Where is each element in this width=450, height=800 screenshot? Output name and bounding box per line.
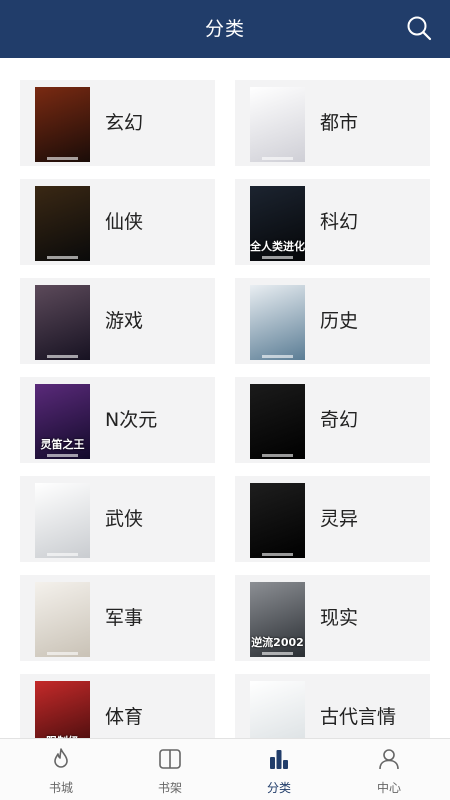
category-label: 历史 bbox=[320, 310, 359, 332]
cover-decoration bbox=[262, 652, 293, 655]
bookshelf-icon bbox=[159, 749, 181, 769]
category-card[interactable]: 历史 bbox=[235, 278, 430, 364]
cover-decoration bbox=[262, 157, 293, 160]
category-card[interactable]: 玄幻 bbox=[20, 80, 215, 166]
book-cover-image: 逆流2002 bbox=[250, 582, 305, 657]
cover-title: 全人类进化 bbox=[250, 240, 305, 253]
category-label: 灵异 bbox=[320, 508, 359, 530]
category-label: 玄幻 bbox=[105, 112, 144, 134]
category-card[interactable]: 军事 bbox=[20, 575, 215, 661]
book-cover-image bbox=[35, 582, 90, 657]
category-label: 军事 bbox=[105, 607, 144, 629]
search-icon[interactable] bbox=[406, 15, 432, 41]
category-card[interactable]: 灵异 bbox=[235, 476, 430, 562]
cover-decoration bbox=[47, 355, 78, 358]
book-cover-image bbox=[35, 87, 90, 162]
category-card[interactable]: 逆流2002 现实 bbox=[235, 575, 430, 661]
category-card[interactable]: 游戏 bbox=[20, 278, 215, 364]
cover-decoration bbox=[47, 553, 78, 556]
book-cover-image bbox=[250, 681, 305, 738]
category-card[interactable]: 奇幻 bbox=[235, 377, 430, 463]
cover-decoration bbox=[262, 355, 293, 358]
category-label: 仙侠 bbox=[105, 211, 144, 233]
tab-label: 书架 bbox=[157, 781, 182, 795]
tab-bookshelf[interactable]: 书架 bbox=[114, 739, 226, 800]
book-cover-image: 全人类进化 bbox=[250, 186, 305, 261]
category-card[interactable]: 仙侠 bbox=[20, 179, 215, 265]
category-card[interactable]: 都市 bbox=[235, 80, 430, 166]
tab-label: 书城 bbox=[48, 781, 73, 795]
cover-title: 灵笛之王 bbox=[40, 438, 85, 451]
category-label: 武侠 bbox=[105, 508, 144, 530]
tab-profile[interactable]: 中心 bbox=[333, 739, 445, 800]
cover-decoration bbox=[47, 157, 78, 160]
category-label: 奇幻 bbox=[320, 409, 359, 431]
category-card[interactable]: 灵笛之王 N次元 bbox=[20, 377, 215, 463]
category-card[interactable]: 武侠 bbox=[20, 476, 215, 562]
category-label: 现实 bbox=[320, 607, 359, 629]
category-label: N次元 bbox=[105, 409, 158, 431]
category-grid: 玄幻 都市 仙侠 全人类进化 科幻 游戏 历史 灵笛之王 N次元 奇幻 武侠 灵异 军事 逆流2002 现实… bbox=[0, 58, 450, 738]
tab-label: 分类 bbox=[266, 781, 291, 795]
cover-title: 逆流2002 bbox=[251, 636, 304, 649]
book-cover-image bbox=[35, 483, 90, 558]
flame-icon bbox=[54, 748, 68, 768]
cover-decoration bbox=[262, 256, 293, 259]
book-cover-image bbox=[250, 87, 305, 162]
book-cover-image bbox=[250, 483, 305, 558]
category-label: 游戏 bbox=[105, 310, 144, 332]
bar-chart-icon bbox=[270, 750, 288, 769]
book-cover-image bbox=[250, 285, 305, 360]
category-card[interactable]: 全人类进化 科幻 bbox=[235, 179, 430, 265]
page-title: 分类 bbox=[204, 18, 245, 40]
book-cover-image bbox=[35, 285, 90, 360]
cover-decoration bbox=[47, 256, 78, 259]
book-cover-image: 灵笛之王 bbox=[35, 384, 90, 459]
category-card[interactable]: 古代言情 bbox=[235, 674, 430, 738]
tab-label: 中心 bbox=[376, 781, 401, 795]
cover-decoration bbox=[262, 553, 293, 556]
tab-bookstore[interactable]: 书城 bbox=[5, 739, 117, 800]
book-cover-image bbox=[35, 186, 90, 261]
user-icon bbox=[379, 749, 399, 770]
bottom-tab-bar: 书城 书架 分类 中心 bbox=[0, 738, 450, 800]
category-label: 古代言情 bbox=[320, 706, 397, 728]
tab-category[interactable]: 分类 bbox=[223, 739, 335, 800]
book-cover-image bbox=[250, 384, 305, 459]
book-cover-image: 限制级 bbox=[35, 681, 90, 738]
category-label: 都市 bbox=[320, 112, 359, 134]
cover-decoration bbox=[47, 652, 78, 655]
category-label: 科幻 bbox=[320, 211, 359, 233]
category-label: 体育 bbox=[105, 706, 144, 728]
category-card[interactable]: 限制级体育 bbox=[20, 674, 215, 738]
cover-decoration bbox=[47, 454, 78, 457]
top-bar: 分类 bbox=[0, 0, 450, 58]
cover-decoration bbox=[262, 454, 293, 457]
